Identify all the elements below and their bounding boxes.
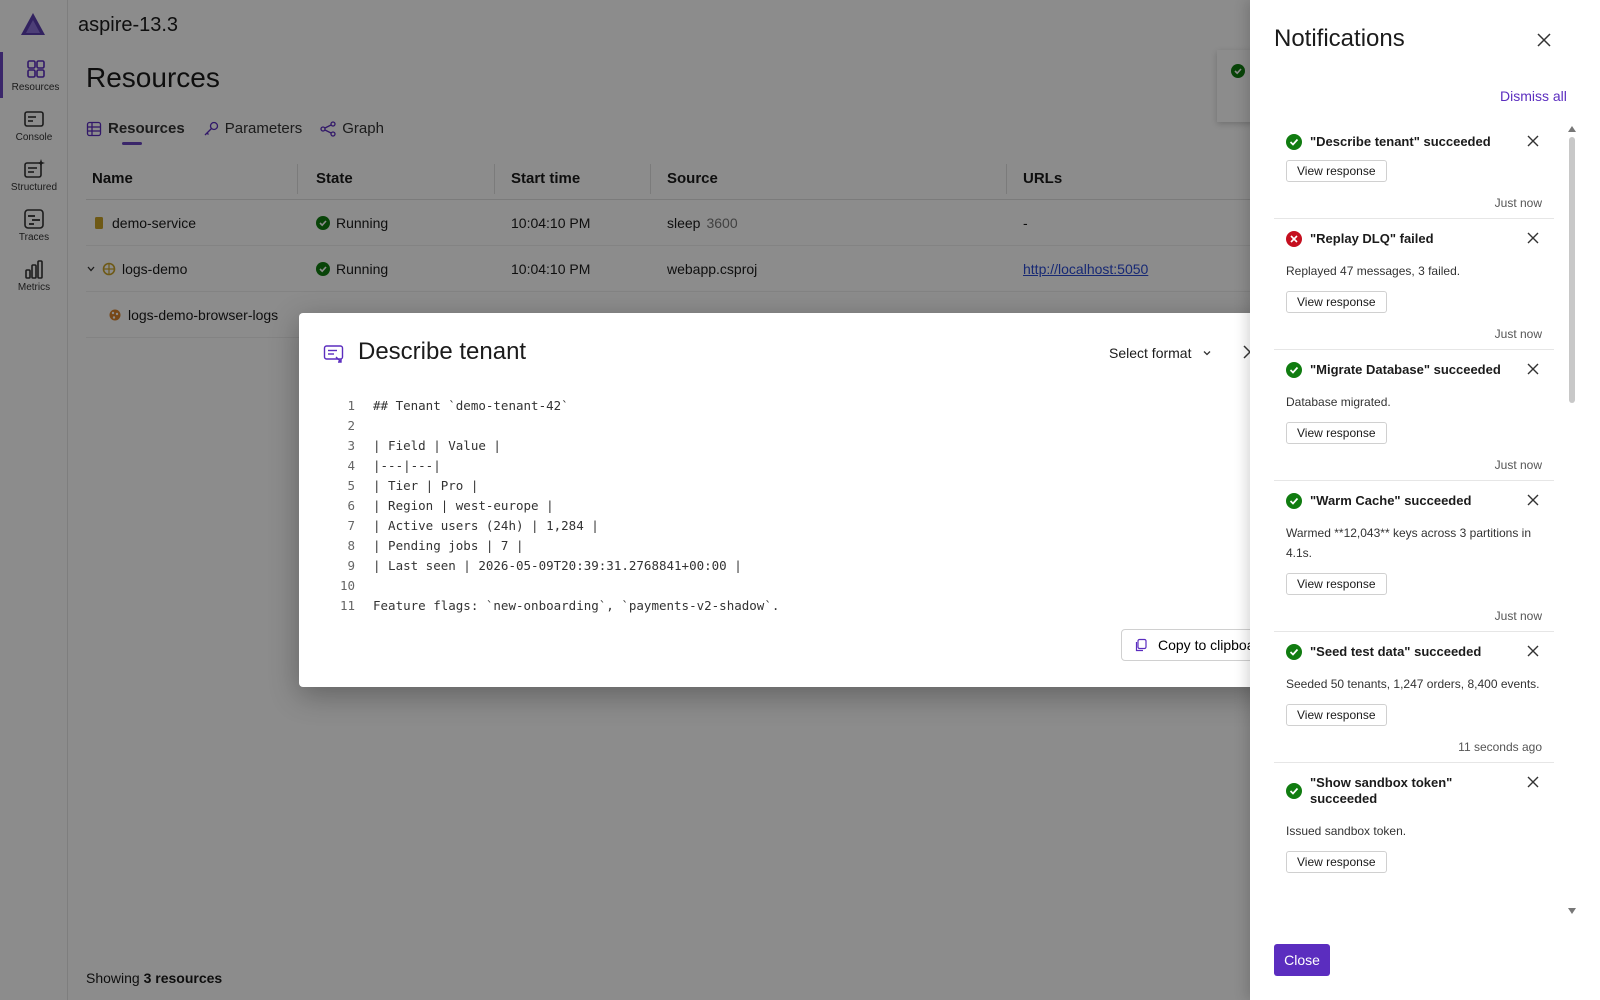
close-icon[interactable] <box>1534 30 1554 50</box>
notification-title: "Show sandbox token" succeeded <box>1310 775 1453 806</box>
line-number: 10 <box>339 578 355 593</box>
view-response-button[interactable]: View response <box>1286 704 1387 726</box>
line-number: 1 <box>347 398 355 413</box>
error-x-icon <box>1286 231 1302 247</box>
dismiss-notification-icon[interactable] <box>1526 362 1540 376</box>
code-line: 10 <box>339 576 779 596</box>
success-check-icon <box>1286 362 1302 378</box>
notification-title: "Warm Cache" succeeded <box>1310 493 1472 508</box>
line-text: | Active users (24h) | 1,284 | <box>373 518 599 533</box>
notification-body: Replayed 47 messages, 3 failed. <box>1286 264 1461 278</box>
scroll-down-arrow-icon[interactable] <box>1567 907 1577 915</box>
notification-title: "Migrate Database" succeeded <box>1310 362 1501 377</box>
notification-time: Just now <box>1494 327 1542 341</box>
success-check-icon <box>1286 783 1302 799</box>
line-number: 7 <box>347 518 355 533</box>
dismiss-all-link[interactable]: Dismiss all <box>1500 88 1567 104</box>
dismiss-notification-icon[interactable] <box>1526 775 1540 789</box>
code-line: 6 | Region | west-europe | <box>339 496 779 516</box>
line-number: 9 <box>347 558 355 573</box>
notification-time: Just now <box>1494 458 1542 472</box>
notifications-list: "Describe tenant" succeeded View respons… <box>1274 122 1554 917</box>
notification-title: "Describe tenant" succeeded <box>1310 134 1491 149</box>
text-document-icon <box>323 345 344 363</box>
notifications-scrollbar[interactable] <box>1566 125 1578 915</box>
view-response-button[interactable]: View response <box>1286 291 1387 313</box>
notifications-panel: Notifications Dismiss all "Describe tena… <box>1250 0 1600 1000</box>
success-check-icon <box>1286 644 1302 660</box>
notification-body: Seeded 50 tenants, 1,247 orders, 8,400 e… <box>1286 677 1540 691</box>
notification-card: "Describe tenant" succeeded View respons… <box>1274 122 1554 219</box>
line-text: | Pending jobs | 7 | <box>373 538 524 553</box>
line-number: 6 <box>347 498 355 513</box>
code-line: 11 Feature flags: `new-onboarding`, `paym… <box>339 596 779 616</box>
line-text: |---|---| <box>373 458 441 473</box>
line-number: 3 <box>347 438 355 453</box>
code-line: 1 ## Tenant `demo-tenant-42` <box>339 396 779 416</box>
notification-card: "Replay DLQ" failed Replayed 47 messages… <box>1274 219 1554 350</box>
notification-card: "Warm Cache" succeeded Warmed **12,043**… <box>1274 481 1554 632</box>
line-number: 5 <box>347 478 355 493</box>
success-check-icon <box>1286 493 1302 509</box>
dismiss-notification-icon[interactable] <box>1526 644 1540 658</box>
notification-time: Just now <box>1494 196 1542 210</box>
line-text: | Tier | Pro | <box>373 478 479 493</box>
notification-card: "Seed test data" succeeded Seeded 50 ten… <box>1274 632 1554 763</box>
select-format-label: Select format <box>1109 345 1192 361</box>
notification-body: Warmed **12,043** keys across 3 partitio… <box>1286 526 1532 560</box>
code-line: 4 |---|---| <box>339 456 779 476</box>
dismiss-notification-icon[interactable] <box>1526 231 1540 245</box>
line-number: 4 <box>347 458 355 473</box>
notification-time: Just now <box>1494 609 1542 623</box>
line-text: Feature flags: `new-onboarding`, `paymen… <box>373 598 780 613</box>
notification-header: "Replay DLQ" failed <box>1286 231 1542 247</box>
view-response-button[interactable]: View response <box>1286 160 1387 182</box>
notification-body: Database migrated. <box>1286 395 1391 409</box>
copy-icon <box>1135 638 1147 652</box>
notification-card: "Show sandbox token" succeeded Issued sa… <box>1274 763 1554 881</box>
success-check-icon <box>1286 134 1302 150</box>
notification-body: Issued sandbox token. <box>1286 824 1407 838</box>
notification-time: 11 seconds ago <box>1458 740 1542 754</box>
dismiss-notification-icon[interactable] <box>1526 134 1540 148</box>
line-number: 8 <box>347 538 355 553</box>
line-text: | Last seen | 2026-05-09T20:39:31.276884… <box>373 558 742 573</box>
code-line: 8 | Pending jobs | 7 | <box>339 536 779 556</box>
dialog-title: Describe tenant <box>358 338 527 365</box>
notification-header: "Warm Cache" succeeded <box>1286 493 1542 509</box>
scrollbar-thumb[interactable] <box>1569 137 1575 403</box>
scroll-up-arrow-icon[interactable] <box>1567 125 1577 133</box>
notification-header: "Describe tenant" succeeded <box>1286 134 1542 150</box>
view-response-button[interactable]: View response <box>1286 573 1387 595</box>
code-line: 5 | Tier | Pro | <box>339 476 779 496</box>
notification-title: "Seed test data" succeeded <box>1310 644 1482 659</box>
line-number: 2 <box>347 418 355 433</box>
line-number: 11 <box>339 598 355 613</box>
code-line: 7 | Active users (24h) | 1,284 | <box>339 516 779 536</box>
code-viewer[interactable]: 1 ## Tenant `demo-tenant-42` 2 3 | Field |… <box>339 396 779 616</box>
view-response-button[interactable]: View response <box>1286 422 1387 444</box>
dismiss-notification-icon[interactable] <box>1526 493 1540 507</box>
select-format-dropdown[interactable]: Select format <box>1109 345 1213 361</box>
line-text: ## Tenant `demo-tenant-42` <box>373 398 569 413</box>
describe-tenant-dialog: Describe tenant Select format 1 ## Tenant… <box>299 313 1300 687</box>
notification-header: "Migrate Database" succeeded <box>1286 362 1542 378</box>
notification-title: "Replay DLQ" failed <box>1310 231 1434 246</box>
line-text: | Region | west-europe | <box>373 498 554 513</box>
notification-header: "Seed test data" succeeded <box>1286 644 1542 660</box>
notification-card: "Migrate Database" succeeded Database mi… <box>1274 350 1554 481</box>
notifications-title: Notifications <box>1274 25 1405 52</box>
code-line: 9 | Last seen | 2026-05-09T20:39:31.27688… <box>339 556 779 576</box>
chevron-down-icon <box>1204 351 1211 356</box>
close-button[interactable]: Close <box>1274 944 1330 976</box>
code-line: 3 | Field | Value | <box>339 436 779 456</box>
code-line: 2 <box>339 416 779 436</box>
view-response-button[interactable]: View response <box>1286 851 1387 873</box>
line-text: | Field | Value | <box>373 438 501 453</box>
notification-header: "Show sandbox token" succeeded <box>1286 775 1542 807</box>
